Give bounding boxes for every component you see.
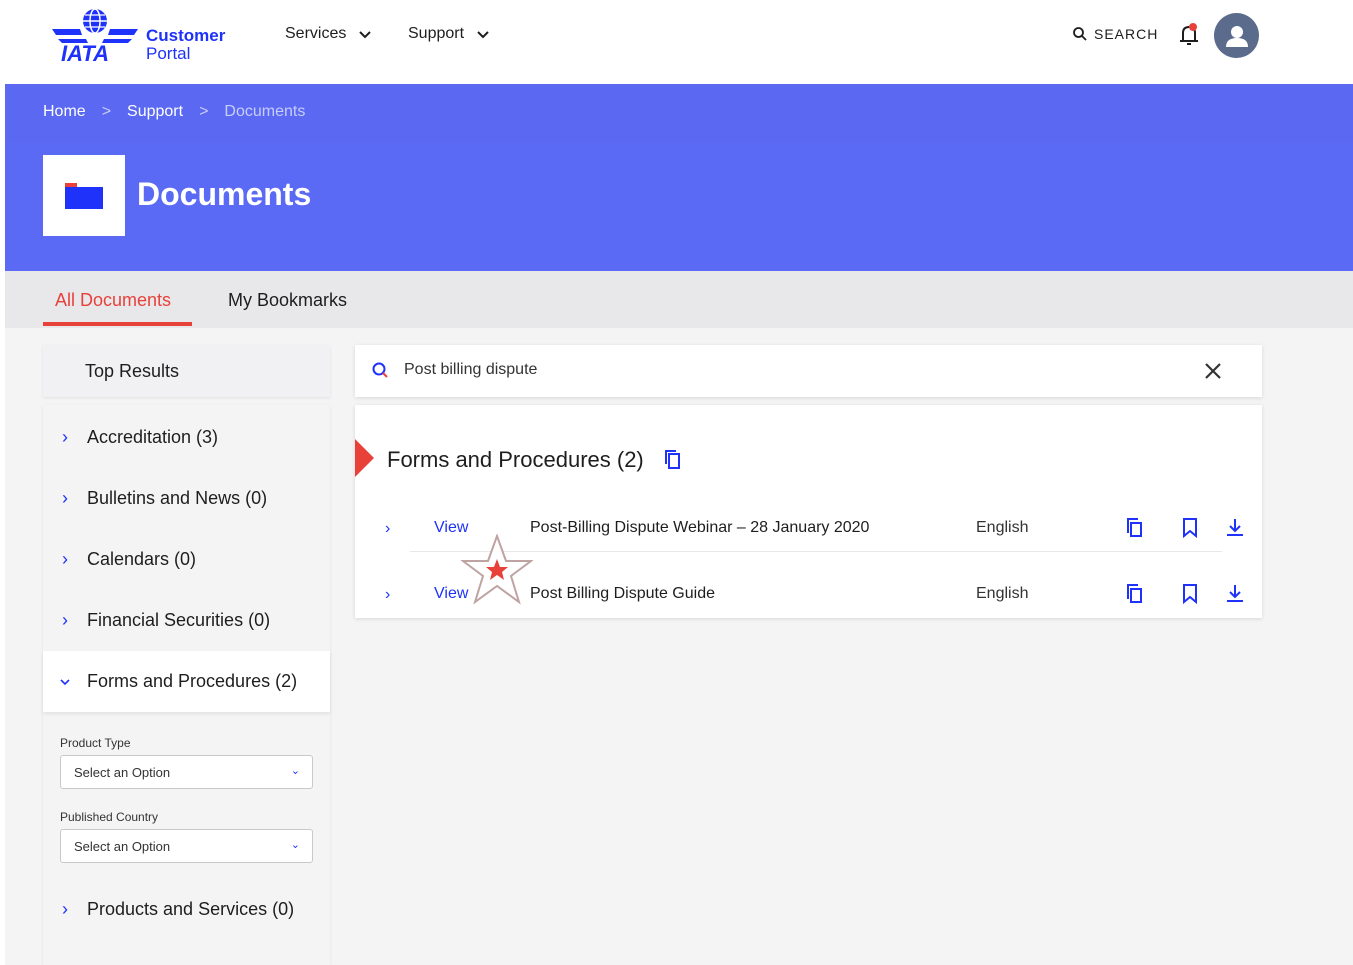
document-name: Post-Billing Dispute Webinar – 28 Januar… (530, 519, 870, 536)
nav-services[interactable]: Services (285, 25, 372, 43)
logo-text: Customer Portal (146, 27, 225, 63)
chevron-down-icon (477, 31, 489, 39)
active-tab-indicator (43, 322, 192, 326)
category-sidebar: › Accreditation (3) › Bulletins and News… (43, 405, 330, 965)
search-icon (372, 362, 388, 378)
user-avatar[interactable] (1214, 13, 1259, 58)
copy-icon[interactable] (1124, 516, 1146, 540)
category-label: Forms and Procedures (2) (87, 671, 298, 691)
product-type-label: Product Type (60, 736, 131, 750)
nav-support-label: Support (408, 25, 465, 42)
documents-icon-tile (43, 155, 125, 236)
close-icon[interactable] (1202, 360, 1224, 382)
product-type-value: Select an Option (74, 765, 171, 780)
page-title: Documents (137, 176, 312, 212)
search-input[interactable]: Post billing dispute (355, 345, 1262, 397)
search-icon (1073, 27, 1087, 41)
section-title: Forms and Procedures (2) (387, 447, 644, 472)
bookmark-icon[interactable] (1179, 516, 1201, 540)
search-query: Post billing dispute (404, 361, 538, 378)
chevron-right-icon: › (62, 610, 68, 630)
copy-icon[interactable] (1124, 582, 1146, 606)
star-marker-icon (461, 534, 533, 605)
logo-primary: Customer (146, 26, 226, 45)
tab-my-bookmarks[interactable]: My Bookmarks (228, 290, 347, 311)
chevron-down-icon: ⌄ (290, 765, 300, 777)
chevron-down-icon (359, 31, 372, 39)
category-products-and-services[interactable]: › Products and Services (0) (43, 879, 330, 940)
breadcrumb: Home > Support > Documents (43, 103, 305, 121)
chevron-right-icon[interactable]: › (385, 586, 390, 604)
section-marker (355, 439, 374, 477)
category-forms-and-procedures[interactable]: Forms and Procedures (2) (43, 651, 330, 712)
document-language: English (976, 519, 1029, 536)
breadcrumb-current: Documents (224, 103, 306, 120)
tab-all-documents[interactable]: All Documents (55, 290, 171, 311)
download-icon[interactable] (1224, 516, 1246, 540)
logo-wordmark: IATA (61, 41, 110, 66)
product-type-select[interactable]: Select an Option ⌄ (60, 755, 313, 789)
download-icon[interactable] (1224, 582, 1246, 606)
chevron-right-icon: › (62, 549, 68, 569)
folder-icon (65, 183, 103, 209)
category-bulletins[interactable]: › Bulletins and News (0) (43, 468, 330, 529)
category-financial-securities[interactable]: › Financial Securities (0) (43, 590, 330, 651)
breadcrumb-separator: > (199, 103, 209, 120)
chevron-down-icon: ⌄ (290, 839, 300, 851)
chevron-down-icon (43, 676, 87, 688)
published-country-select[interactable]: Select an Option ⌄ (60, 829, 313, 863)
chevron-right-icon: › (62, 427, 68, 447)
header-search-button[interactable]: SEARCH (1072, 26, 1158, 42)
breadcrumb-support[interactable]: Support (127, 103, 183, 121)
chevron-right-icon: › (62, 899, 68, 919)
published-country-label: Published Country (60, 810, 159, 824)
breadcrumb-separator: > (101, 103, 112, 120)
logo-secondary: Portal (146, 44, 191, 63)
copy-icon[interactable] (663, 449, 681, 471)
header-search-label: SEARCH (1094, 26, 1159, 42)
nav-support[interactable]: Support (408, 25, 490, 43)
category-label: Bulletins and News (0) (87, 488, 268, 508)
document-language: English (976, 585, 1029, 602)
category-label: Financial Securities (0) (87, 610, 271, 630)
nav-services-label: Services (285, 25, 347, 42)
category-label: Accreditation (3) (87, 427, 219, 447)
top-results-button[interactable]: Top Results (43, 345, 330, 397)
document-name: Post Billing Dispute Guide (530, 585, 715, 602)
notification-bell-icon[interactable] (1177, 22, 1201, 48)
published-country-value: Select an Option (74, 839, 171, 854)
document-tabs: All Documents My Bookmarks (5, 271, 1353, 328)
category-label: Calendars (0) (87, 549, 197, 569)
category-calendars[interactable]: › Calendars (0) (43, 529, 330, 590)
breadcrumb-home[interactable]: Home (43, 103, 86, 121)
top-header: IATA Customer Portal Services Support SE… (0, 0, 1353, 84)
bookmark-icon[interactable] (1179, 582, 1201, 606)
category-label: Products and Services (0) (87, 899, 295, 919)
chevron-right-icon: › (62, 488, 68, 508)
page-hero: Home > Support > Documents Documents (5, 84, 1353, 271)
user-icon (1225, 25, 1248, 47)
category-accreditation[interactable]: › Accreditation (3) (43, 407, 330, 468)
chevron-right-icon[interactable]: › (385, 520, 390, 538)
